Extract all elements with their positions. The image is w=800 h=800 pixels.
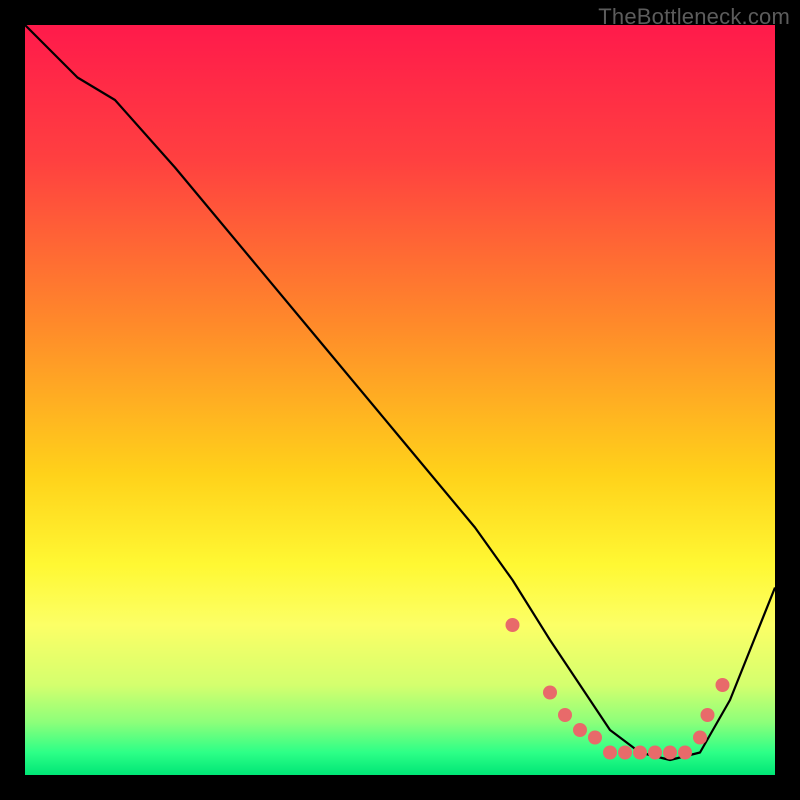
plot-area [25,25,775,775]
marker-dot [618,746,632,760]
marker-dot [588,731,602,745]
marker-dot [603,746,617,760]
marker-dot [543,686,557,700]
chart-stage: TheBottleneck.com [0,0,800,800]
marker-dot [573,723,587,737]
marker-dot [648,746,662,760]
marker-dot [558,708,572,722]
marker-dot [663,746,677,760]
marker-dot [716,678,730,692]
gradient-background [25,25,775,775]
marker-dot [506,618,520,632]
marker-dot [701,708,715,722]
marker-dot [693,731,707,745]
marker-dot [633,746,647,760]
chart-svg [25,25,775,775]
marker-dot [678,746,692,760]
